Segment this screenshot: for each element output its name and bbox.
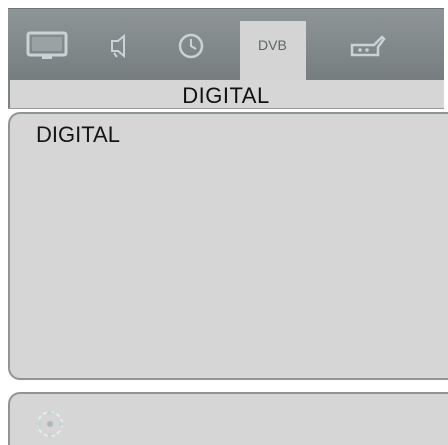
tab-source[interactable] [334,19,400,81]
help-footer [8,392,448,445]
tv-picture-icon [26,31,68,61]
dvb-icon: DVB [255,33,291,55]
menu-title-strip: DIGITAL [8,80,444,109]
tab-picture[interactable] [14,19,80,81]
tab-audio[interactable] [86,19,152,81]
tab-dvb[interactable]: DVB [240,21,306,81]
tab-time[interactable] [158,19,224,81]
content-heading[interactable]: DIGITAL [36,122,120,148]
usb-source-icon [346,31,388,61]
audio-icon [104,31,134,61]
clock-icon [175,31,207,63]
menu-title: DIGITAL [182,83,270,108]
menu-tab-bar: DVB [8,8,444,81]
menu-content-panel: DIGITAL [8,112,448,380]
osd-menu: DVB DIGITAL DIGITAL [0,0,448,445]
navigation-joystick-icon [30,404,70,444]
svg-text:DVB: DVB [258,37,287,53]
